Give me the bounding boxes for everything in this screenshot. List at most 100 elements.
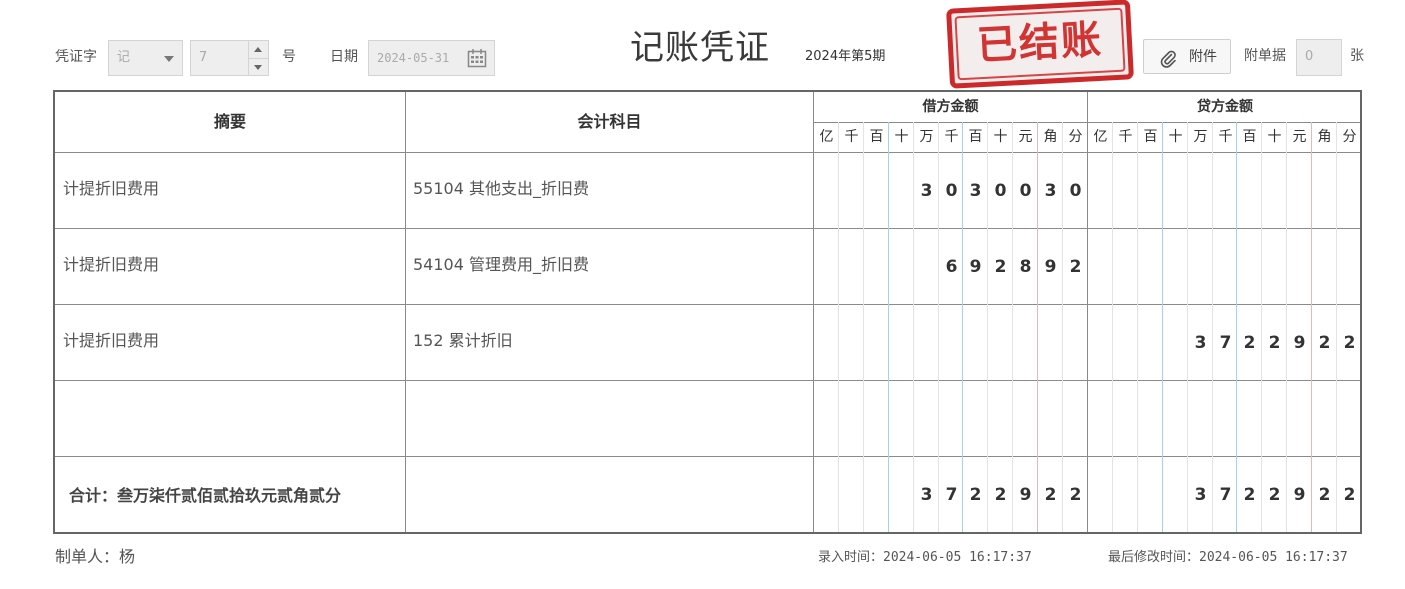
total-credit-digit: 9 [1293, 485, 1306, 505]
page-title: 记账凭证 [630, 28, 770, 68]
column-divider [405, 92, 406, 532]
credit-unit-header: 元 [1292, 129, 1307, 145]
credit-unit-header: 分 [1342, 129, 1357, 145]
debit-amount-digit: 0 [1069, 181, 1082, 201]
attached-docs-value: 0 [1305, 49, 1314, 64]
debit-unit-header: 百 [968, 129, 983, 145]
debit-unit-header: 角 [1043, 129, 1058, 145]
stepper-up-icon[interactable] [248, 41, 268, 58]
credit-unit-header: 十 [1168, 129, 1183, 145]
total-credit-digit: 7 [1219, 485, 1232, 505]
voucher-table: 摘要 会计科目 借方金额 贷方金额 合计：叁万柒仟贰佰贰拾玖元贰角贰分 亿千百十… [53, 90, 1362, 534]
credit-amount-digit: 2 [1343, 333, 1356, 353]
digit-column-line [1261, 122, 1262, 532]
voucher-word-label: 凭证字 [55, 49, 97, 65]
digit-column-line [1112, 122, 1113, 532]
total-credit-digit: 2 [1268, 485, 1281, 505]
credit-unit-header: 百 [1242, 129, 1257, 145]
column-divider [813, 92, 814, 532]
closed-stamp: 已结账 [946, 0, 1134, 89]
debit-amount-digit: 2 [1069, 257, 1082, 277]
number-suffix: 号 [282, 49, 296, 65]
row-divider [55, 456, 1360, 457]
digit-column-line [888, 122, 889, 532]
total-debit-digit: 2 [969, 485, 982, 505]
total-credit-digit: 3 [1194, 485, 1207, 505]
attached-docs-suffix: 张 [1350, 48, 1364, 64]
digit-column-line [1162, 122, 1163, 532]
stepper-down-icon[interactable] [248, 58, 268, 75]
total-debit-digit: 7 [945, 485, 958, 505]
digit-column-line [1311, 122, 1312, 532]
row-account[interactable]: 152 累计折旧 [413, 329, 513, 353]
debit-unit-header: 百 [869, 129, 884, 145]
row-summary[interactable]: 计提折旧费用 [63, 329, 159, 353]
accounting-period: 2024年第5期 [805, 49, 886, 64]
debit-unit-header: 亿 [819, 129, 834, 145]
attached-docs-input[interactable]: 0 [1296, 39, 1342, 76]
digit-column-line [838, 122, 839, 532]
debit-amount-digit: 6 [945, 257, 958, 277]
voucher-number-stepper[interactable]: 7 [190, 40, 269, 76]
debit-amount-digit: 0 [1019, 181, 1032, 201]
row-account[interactable]: 54104 管理费用_折旧费 [413, 253, 589, 277]
debit-unit-header: 千 [844, 129, 859, 145]
debit-unit-header: 千 [944, 129, 959, 145]
debit-unit-header: 元 [1018, 129, 1033, 145]
total-debit-digit: 2 [1044, 485, 1057, 505]
date-field[interactable]: 2024-05-31 [368, 40, 495, 76]
credit-unit-header: 十 [1267, 129, 1282, 145]
digit-column-line [1187, 122, 1188, 532]
total-debit-digit: 2 [1069, 485, 1082, 505]
credit-unit-header: 千 [1118, 129, 1133, 145]
credit-unit-header: 亿 [1093, 129, 1108, 145]
date-value: 2024-05-31 [377, 51, 450, 65]
credit-amount-digit: 2 [1318, 333, 1331, 353]
col-summary-header: 摘要 [213, 112, 246, 131]
row-divider [55, 380, 1360, 381]
credit-amount-digit: 2 [1243, 333, 1256, 353]
total-label: 合计：叁万柒仟贰佰贰拾玖元贰角贰分 [69, 486, 342, 505]
debit-unit-header: 万 [919, 129, 934, 145]
debit-amount-digit: 0 [994, 181, 1007, 201]
debit-amount-digit: 8 [1019, 257, 1032, 277]
chevron-down-icon [164, 56, 174, 62]
credit-unit-header: 百 [1143, 129, 1158, 145]
credit-unit-header: 万 [1193, 129, 1208, 145]
row-summary[interactable]: 计提折旧费用 [63, 177, 159, 201]
preparer: 制单人：杨 [55, 547, 136, 566]
debit-amount-digit: 9 [1044, 257, 1057, 277]
debit-unit-header: 分 [1068, 129, 1083, 145]
total-debit-digit: 2 [994, 485, 1007, 505]
calendar-icon[interactable] [467, 48, 487, 68]
column-divider [1087, 92, 1088, 532]
digit-column-line [1336, 122, 1337, 532]
voucher-word-select[interactable]: 记 [108, 40, 183, 76]
attachment-button[interactable]: 附件 [1143, 39, 1231, 74]
row-summary[interactable]: 计提折旧费用 [63, 253, 159, 277]
credit-amount-digit: 9 [1293, 333, 1306, 353]
total-credit-digit: 2 [1243, 485, 1256, 505]
paperclip-icon [1160, 50, 1176, 68]
col-credit-header: 贷方金额 [1197, 99, 1253, 115]
attached-docs-label: 附单据 [1244, 48, 1286, 64]
col-debit-header: 借方金额 [922, 99, 979, 115]
debit-unit-header: 十 [894, 129, 909, 145]
debit-amount-digit: 9 [969, 257, 982, 277]
total-debit-digit: 3 [920, 485, 933, 505]
voucher-word-value: 记 [117, 50, 131, 65]
entry-time: 录入时间：2024-06-05 16:17:37 [818, 550, 1032, 565]
row-divider [55, 152, 1360, 153]
credit-amount-digit: 3 [1194, 333, 1207, 353]
attachment-button-label: 附件 [1189, 49, 1217, 65]
digit-column-line [1137, 122, 1138, 532]
total-debit-digit: 9 [1019, 485, 1032, 505]
credit-unit-header: 千 [1218, 129, 1233, 145]
row-account[interactable]: 55104 其他支出_折旧费 [413, 177, 589, 201]
credit-unit-header: 角 [1317, 129, 1332, 145]
debit-unit-header: 十 [993, 129, 1008, 145]
total-credit-digit: 2 [1318, 485, 1331, 505]
credit-amount-digit: 2 [1268, 333, 1281, 353]
voucher-number-value: 7 [199, 50, 208, 65]
row-divider [55, 228, 1360, 229]
